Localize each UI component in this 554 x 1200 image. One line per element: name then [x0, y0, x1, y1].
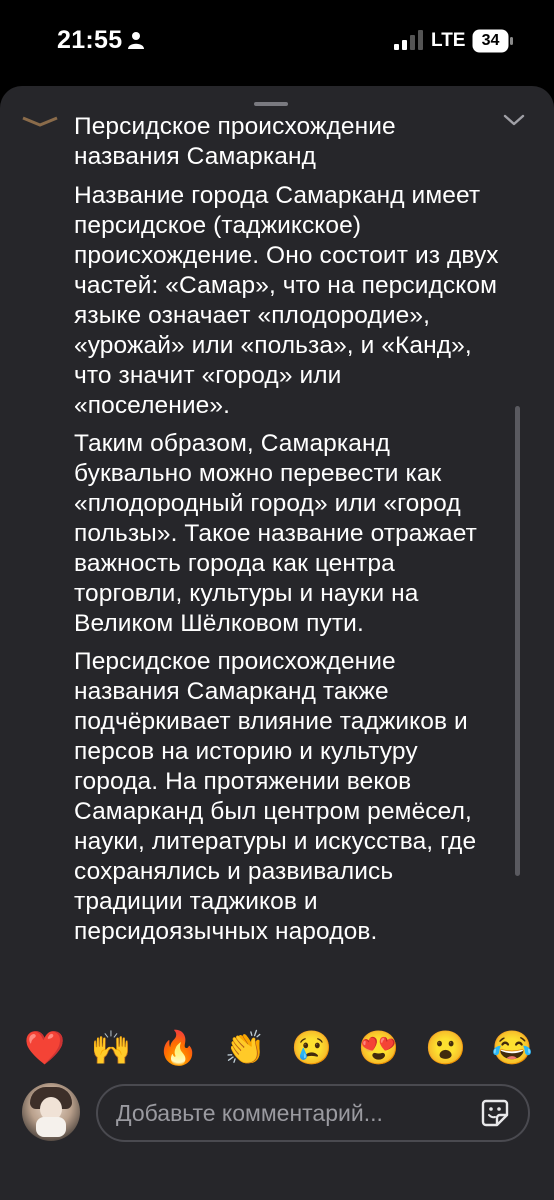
comment-field [96, 1084, 530, 1142]
reaction-heart-eyes-icon[interactable]: 😍 [358, 1028, 399, 1068]
article-paragraph: Название города Самарканд имеет персидск… [74, 182, 499, 419]
avatar[interactable] [22, 1083, 80, 1141]
chevron-down-icon[interactable] [502, 112, 526, 128]
comment-input[interactable] [116, 1086, 456, 1140]
avatar-scarf [36, 1117, 66, 1137]
author-avatar-icon [22, 116, 58, 127]
sticker-icon[interactable] [480, 1098, 510, 1128]
quick-reactions-bar: ❤️ 🙌 🔥 👏 😢 😍 😮 😂 [0, 1026, 554, 1070]
signal-icon [394, 30, 423, 50]
reaction-heart-icon[interactable]: ❤️ [24, 1028, 65, 1068]
article-paragraph: Таким образом, Самарканд буквально можно… [74, 430, 477, 637]
comment-text: Персидское происхождение названия Самарк… [74, 112, 504, 1012]
reaction-fire-icon[interactable]: 🔥 [158, 1028, 199, 1068]
reaction-laughing-icon[interactable]: 😂 [492, 1028, 533, 1068]
reaction-raised-hands-icon[interactable]: 🙌 [91, 1028, 132, 1068]
person-icon [128, 32, 144, 49]
sheet-grab-handle[interactable] [254, 102, 288, 106]
reaction-surprised-icon[interactable]: 😮 [425, 1028, 466, 1068]
comment-sheet: Персидское происхождение названия Самарк… [0, 86, 554, 1200]
article-title: Персидское происхождение названия Самарк… [74, 113, 396, 170]
status-time: 21:55 [57, 26, 123, 54]
reaction-clapping-icon[interactable]: 👏 [225, 1028, 266, 1068]
network-type: LTE [431, 30, 466, 51]
status-bar: 21:55 LTE 34 [0, 0, 554, 86]
battery-level: 34 [481, 32, 500, 49]
scrollbar[interactable] [515, 406, 520, 876]
article-paragraph: Персидское происхождение названия Самарк… [74, 648, 477, 945]
reaction-crying-icon[interactable]: 😢 [291, 1028, 332, 1068]
